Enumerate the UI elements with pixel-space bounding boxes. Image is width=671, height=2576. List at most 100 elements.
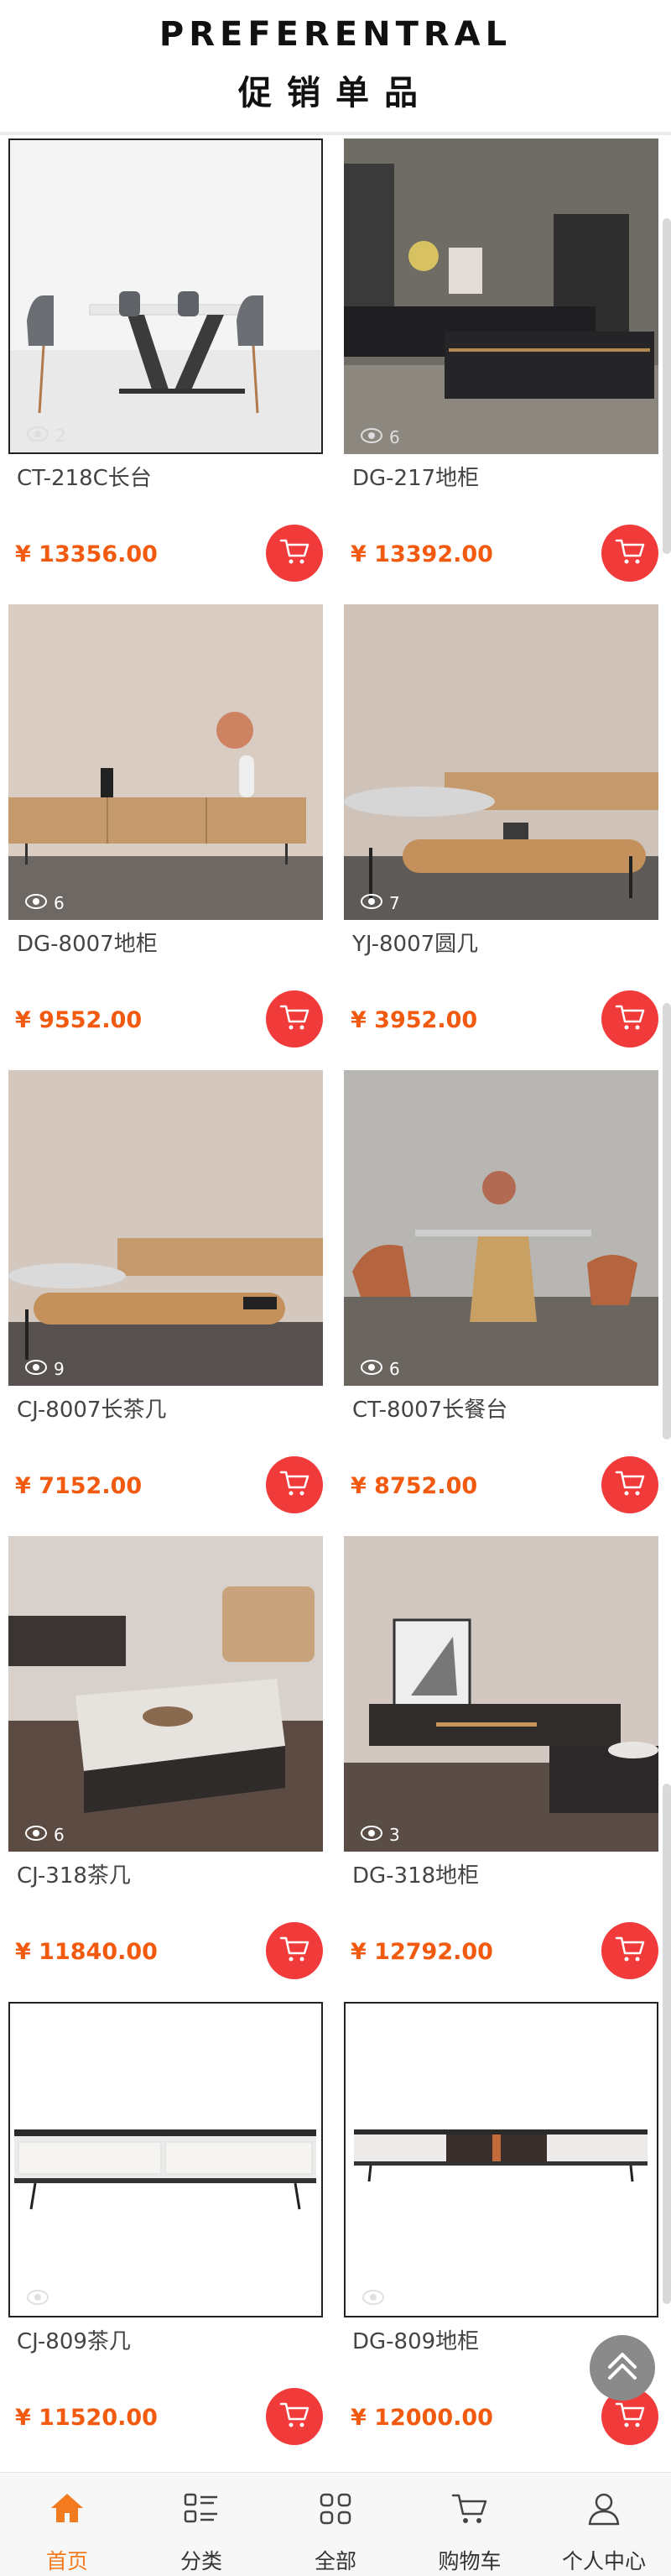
product-card[interactable]: 6 CJ-318茶几 ¥ 11840.00 — [8, 1536, 323, 2002]
cart-icon — [615, 1935, 645, 1967]
bottom-tab-bar: 首页 分类 全部 购物车 个人中心 — [0, 2472, 671, 2576]
eye-icon — [25, 1825, 47, 1845]
view-count: 6 — [25, 893, 65, 913]
product-card[interactable]: 3 DG-318地柜 ¥ 12792.00 — [344, 1536, 658, 2002]
header-title-en: PREFERENTRAL — [159, 15, 512, 54]
user-icon — [583, 2488, 625, 2530]
add-to-cart-button[interactable] — [266, 1456, 323, 1513]
cart-icon — [279, 537, 309, 569]
product-price: ¥ 13356.00 — [15, 541, 158, 567]
product-name[interactable]: DG-8007地柜 — [17, 927, 158, 958]
add-to-cart-button[interactable] — [601, 1456, 658, 1513]
cart-icon — [279, 1003, 309, 1035]
tab-label: 首页 — [45, 2549, 88, 2573]
product-card[interactable]: 7 YJ-8007圆几 ¥ 3952.00 — [344, 604, 658, 1070]
add-to-cart-button[interactable] — [601, 525, 658, 582]
cart-icon — [615, 537, 645, 569]
add-to-cart-button[interactable] — [601, 1922, 658, 1979]
product-image[interactable]: 3 — [344, 1536, 658, 1852]
view-count: 2 — [27, 426, 66, 446]
product-name[interactable]: CJ-318茶几 — [17, 1858, 131, 1889]
add-to-cart-button[interactable] — [266, 990, 323, 1048]
product-image[interactable] — [344, 2002, 658, 2317]
category-icon — [180, 2488, 222, 2530]
view-count: 7 — [361, 893, 400, 913]
eye-icon — [27, 426, 49, 446]
eye-icon — [361, 893, 382, 913]
tab-label: 分类 — [179, 2549, 222, 2573]
eye-icon — [361, 1825, 382, 1845]
product-price: ¥ 9552.00 — [15, 1007, 143, 1033]
product-name[interactable]: DG-217地柜 — [352, 461, 479, 492]
product-name[interactable]: CJ-809茶几 — [17, 2324, 131, 2355]
eye-icon — [362, 2289, 384, 2309]
product-card[interactable]: CJ-809茶几 ¥ 11520.00 — [8, 2002, 323, 2468]
product-name[interactable]: DG-318地柜 — [352, 1858, 479, 1889]
product-image[interactable]: 9 — [8, 1070, 323, 1386]
tab-profile[interactable]: 个人中心 — [537, 2473, 671, 2576]
product-name[interactable]: CT-8007长餐台 — [352, 1393, 507, 1424]
add-to-cart-button[interactable] — [266, 1922, 323, 1979]
scrollbar-thumb[interactable] — [663, 218, 671, 554]
product-image[interactable]: 7 — [344, 604, 658, 920]
cart-icon — [615, 2401, 645, 2432]
view-count — [362, 2289, 391, 2309]
product-name[interactable]: CJ-8007长茶几 — [17, 1393, 166, 1424]
eye-icon — [27, 2289, 49, 2309]
cart-icon — [279, 1469, 309, 1501]
cart-icon — [279, 2401, 309, 2432]
product-price: ¥ 11520.00 — [15, 2405, 158, 2431]
tab-cart[interactable]: 购物车 — [403, 2473, 537, 2576]
eye-icon — [25, 893, 47, 913]
product-price: ¥ 3952.00 — [351, 1007, 478, 1033]
page-header: PREFERENTRAL 促销单品 — [0, 0, 671, 130]
product-price: ¥ 11840.00 — [15, 1939, 158, 1965]
tab-label: 全部 — [314, 2549, 356, 2573]
product-card[interactable]: 6 CT-8007长餐台 ¥ 8752.00 — [344, 1070, 658, 1536]
eye-icon — [361, 1359, 382, 1379]
cart-icon — [449, 2488, 491, 2530]
back-to-top-button[interactable] — [590, 2335, 655, 2401]
view-count: 6 — [361, 1359, 400, 1379]
product-image[interactable]: 6 — [8, 1536, 323, 1852]
header-divider — [0, 132, 671, 135]
product-card[interactable]: 9 CJ-8007长茶几 ¥ 7152.00 — [8, 1070, 323, 1536]
add-to-cart-button[interactable] — [266, 2388, 323, 2445]
view-count: 6 — [361, 427, 400, 447]
product-price: ¥ 8752.00 — [351, 1473, 478, 1499]
eye-icon — [25, 1359, 47, 1379]
product-price: ¥ 12000.00 — [351, 2405, 493, 2431]
product-name[interactable]: DG-809地柜 — [352, 2324, 479, 2355]
grid-icon — [315, 2488, 356, 2530]
product-card[interactable]: 2 CT-218C长台 ¥ 13356.00 — [8, 138, 323, 604]
product-name[interactable]: YJ-8007圆几 — [352, 927, 478, 958]
eye-icon — [361, 427, 382, 447]
tab-category[interactable]: 分类 — [134, 2473, 268, 2576]
tab-label: 个人中心 — [561, 2549, 646, 2573]
scrollbar-thumb[interactable] — [663, 1003, 671, 1440]
product-image[interactable]: 6 — [344, 1070, 658, 1386]
product-image[interactable]: 2 — [8, 138, 323, 454]
scrollbar[interactable] — [663, 134, 671, 2468]
product-price: ¥ 13392.00 — [351, 541, 493, 567]
product-card[interactable]: 6 DG-217地柜 ¥ 13392.00 — [344, 138, 658, 604]
product-image[interactable]: 6 — [344, 138, 658, 454]
header-title-zh: 促销单品 — [238, 74, 433, 112]
product-price: ¥ 7152.00 — [15, 1473, 143, 1499]
product-price: ¥ 12792.00 — [351, 1939, 493, 1965]
add-to-cart-button[interactable] — [266, 525, 323, 582]
tab-label: 购物车 — [438, 2549, 502, 2573]
product-image[interactable]: 6 — [8, 604, 323, 920]
tab-home[interactable]: 首页 — [0, 2473, 134, 2576]
scrollbar-thumb[interactable] — [663, 1784, 671, 2304]
tab-all[interactable]: 全部 — [268, 2473, 403, 2576]
cart-icon — [615, 1469, 645, 1501]
add-to-cart-button[interactable] — [601, 990, 658, 1048]
product-image[interactable] — [8, 2002, 323, 2317]
product-name[interactable]: CT-218C长台 — [17, 461, 152, 492]
cart-icon — [615, 1003, 645, 1035]
double-chevron-up-icon — [603, 2347, 642, 2389]
cart-icon — [279, 1935, 309, 1967]
product-card[interactable]: 6 DG-8007地柜 ¥ 9552.00 — [8, 604, 323, 1070]
view-count: 6 — [25, 1825, 65, 1845]
